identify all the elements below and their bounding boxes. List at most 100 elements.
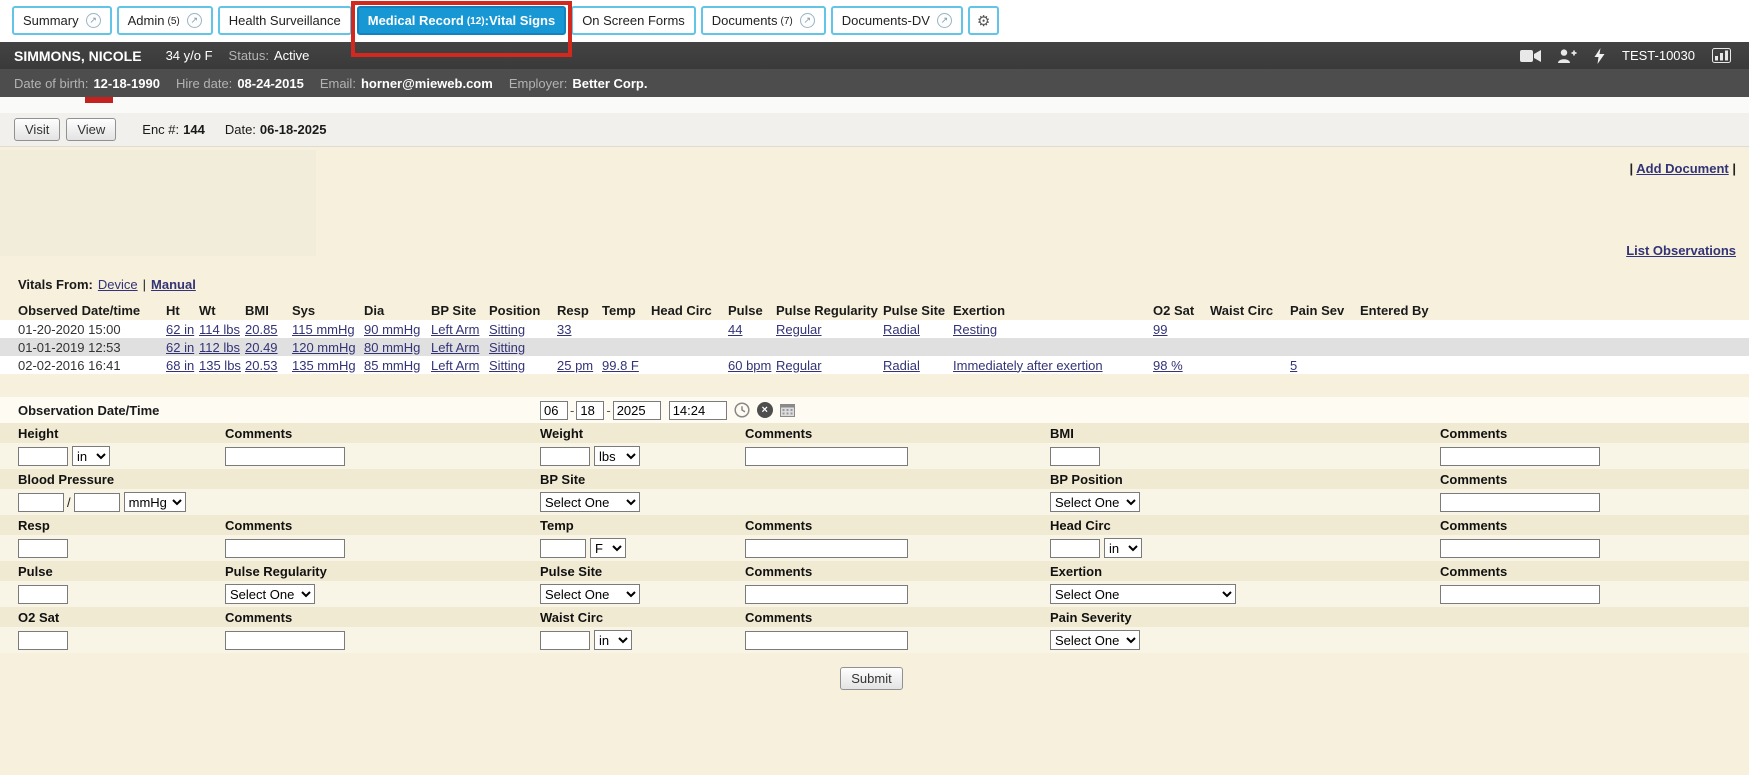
vital-value-link[interactable]: 90 mmHg xyxy=(364,322,420,337)
obs-day-input[interactable] xyxy=(576,401,604,420)
vital-value-link[interactable]: 135 lbs xyxy=(199,358,241,373)
bar-chart-icon[interactable] xyxy=(1712,48,1731,63)
height-comments-input[interactable] xyxy=(225,447,345,466)
submit-button[interactable]: Submit xyxy=(840,667,902,690)
tab-admin[interactable]: Admin(5)↗ xyxy=(117,6,213,35)
popout-icon[interactable]: ↗ xyxy=(187,13,202,28)
vital-value-link[interactable]: 62 in xyxy=(166,340,194,355)
vital-value-link[interactable]: 60 bpm xyxy=(728,358,771,373)
temp-input[interactable] xyxy=(540,539,586,558)
settings-tab[interactable]: ⚙ xyxy=(968,6,999,35)
view-button[interactable]: View xyxy=(66,118,116,141)
pulse-input[interactable] xyxy=(18,585,68,604)
patient-header: SIMMONS, NICOLE 34 y/o F Status: Active … xyxy=(0,42,1749,69)
exertion-comments-input[interactable] xyxy=(1440,585,1600,604)
vital-value-link[interactable]: 80 mmHg xyxy=(364,340,420,355)
pulse-site-select[interactable]: Select One xyxy=(540,584,640,604)
bp-unit-select[interactable]: mmHg xyxy=(124,492,186,512)
bmi-comments-input[interactable] xyxy=(1440,447,1600,466)
pain-severity-select[interactable]: Select One xyxy=(1050,630,1140,650)
vital-value-link[interactable]: 33 xyxy=(557,322,571,337)
vital-value-link[interactable]: 99 xyxy=(1153,322,1167,337)
weight-unit-select[interactable]: lbs xyxy=(594,446,640,466)
bp-site-select[interactable]: Select One xyxy=(540,492,640,512)
waist-circ-input[interactable] xyxy=(540,631,590,650)
vital-value-link[interactable]: 68 in xyxy=(166,358,194,373)
vital-value-link[interactable]: 120 mmHg xyxy=(292,340,356,355)
height-input[interactable] xyxy=(18,447,68,466)
bmi-input[interactable] xyxy=(1050,447,1100,466)
vital-value-link[interactable]: 135 mmHg xyxy=(292,358,356,373)
manual-link[interactable]: Manual xyxy=(151,277,196,292)
temp-unit-select[interactable]: F xyxy=(590,538,626,558)
vital-value-link[interactable]: Left Arm xyxy=(431,358,479,373)
vital-value-link[interactable]: Left Arm xyxy=(431,340,479,355)
vital-value-link[interactable]: 20.85 xyxy=(245,322,278,337)
resp-input[interactable] xyxy=(18,539,68,558)
waist-circ-unit-select[interactable]: in xyxy=(594,630,632,650)
o2-comments-input[interactable] xyxy=(225,631,345,650)
bp-position-select[interactable]: Select One xyxy=(1050,492,1140,512)
pulse-comments-input[interactable] xyxy=(745,585,908,604)
vital-value-link[interactable]: 115 mmHg xyxy=(292,322,355,337)
head-circ-unit-select[interactable]: in xyxy=(1104,538,1142,558)
bp-systolic-input[interactable] xyxy=(18,493,64,512)
list-observations-link[interactable]: List Observations xyxy=(1626,243,1736,258)
popout-icon[interactable]: ↗ xyxy=(800,13,815,28)
exertion-select[interactable]: Select One xyxy=(1050,584,1236,604)
tab-documents-dv[interactable]: Documents-DV↗ xyxy=(831,6,963,35)
lightning-icon[interactable] xyxy=(1594,48,1605,64)
popout-icon[interactable]: ↗ xyxy=(86,13,101,28)
weight-input[interactable] xyxy=(540,447,590,466)
pulse-regularity-select[interactable]: Select One xyxy=(225,584,315,604)
temp-comments-input[interactable] xyxy=(745,539,908,558)
head-circ-input[interactable] xyxy=(1050,539,1100,558)
resp-comments-input[interactable] xyxy=(225,539,345,558)
o2-sat-input[interactable] xyxy=(18,631,68,650)
vital-value-link[interactable]: Sitting xyxy=(489,340,525,355)
tab-on-screen-forms[interactable]: On Screen Forms xyxy=(571,6,696,35)
obs-month-input[interactable] xyxy=(540,401,568,420)
vital-value-link[interactable]: 99.8 F xyxy=(602,358,639,373)
vital-value-link[interactable]: 62 in xyxy=(166,322,194,337)
visit-button[interactable]: Visit xyxy=(14,118,60,141)
height-unit-select[interactable]: in xyxy=(72,446,110,466)
popout-icon[interactable]: ↗ xyxy=(937,13,952,28)
device-link[interactable]: Device xyxy=(98,277,138,292)
vital-value-link[interactable]: Left Arm xyxy=(431,322,479,337)
vital-value-link[interactable]: 44 xyxy=(728,322,742,337)
vital-value-link[interactable]: 25 pm xyxy=(557,358,593,373)
vital-value-link[interactable]: Regular xyxy=(776,358,822,373)
vital-value-link[interactable]: Immediately after exertion xyxy=(953,358,1103,373)
tab-medical-record[interactable]: Medical Record(12):Vital Signs xyxy=(357,6,566,35)
tab-health-surveillance[interactable]: Health Surveillance xyxy=(218,6,352,35)
vital-value-link[interactable]: Sitting xyxy=(489,322,525,337)
clear-icon[interactable]: × xyxy=(757,402,773,418)
obs-time-input[interactable] xyxy=(669,401,727,420)
tab-summary[interactable]: Summary↗ xyxy=(12,6,112,35)
vital-value-link[interactable]: 20.53 xyxy=(245,358,278,373)
vital-value-link[interactable]: 5 xyxy=(1290,358,1297,373)
vital-value-link[interactable]: Sitting xyxy=(489,358,525,373)
bp-comments-input[interactable] xyxy=(1440,493,1600,512)
vital-value-link[interactable]: 85 mmHg xyxy=(364,358,420,373)
head-circ-comments-input[interactable] xyxy=(1440,539,1600,558)
clock-icon[interactable] xyxy=(734,402,750,418)
vital-value-link[interactable]: Radial xyxy=(883,358,920,373)
obs-year-input[interactable] xyxy=(613,401,661,420)
vital-value-link[interactable]: Resting xyxy=(953,322,997,337)
vital-value-link[interactable]: 98 % xyxy=(1153,358,1183,373)
add-person-icon[interactable] xyxy=(1558,49,1577,63)
vital-value-link[interactable]: Radial xyxy=(883,322,920,337)
add-document-link[interactable]: Add Document xyxy=(1636,161,1728,176)
vital-value-link[interactable]: 20.49 xyxy=(245,340,278,355)
video-camera-icon[interactable] xyxy=(1520,49,1541,63)
bp-diastolic-input[interactable] xyxy=(74,493,120,512)
vital-value-link[interactable]: Regular xyxy=(776,322,822,337)
weight-comments-input[interactable] xyxy=(745,447,908,466)
calendar-icon[interactable] xyxy=(780,403,795,417)
tab-documents[interactable]: Documents(7)↗ xyxy=(701,6,826,35)
waist-circ-comments-input[interactable] xyxy=(745,631,908,650)
vital-value-link[interactable]: 114 lbs xyxy=(199,322,240,337)
vital-value-link[interactable]: 112 lbs xyxy=(199,340,240,355)
